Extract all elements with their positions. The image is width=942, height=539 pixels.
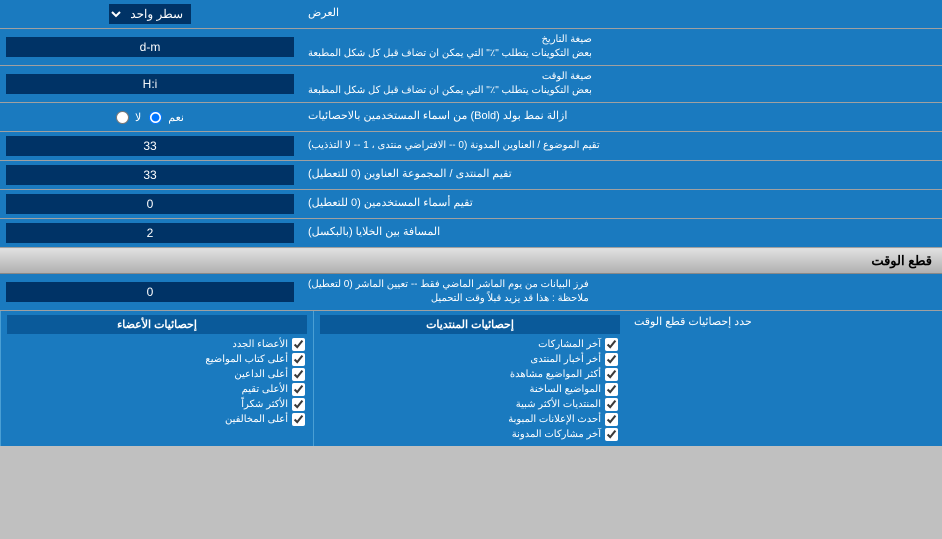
chk-most-viewed[interactable] [605,368,618,381]
forum-order-input-cell [0,161,300,189]
subject-order-row: تقيم الموضوع / العناوين المدونة (0 -- ال… [0,132,942,161]
chk-blog-posts[interactable] [605,428,618,441]
subject-order-input[interactable] [6,136,294,156]
bold-remove-row: ازالة نمط بولد (Bold) من اسماء المستخدمي… [0,103,942,132]
time-format-input[interactable] [6,74,294,94]
chk-top-rated[interactable] [292,383,305,396]
stats-item-f6: أحدث الإعلانات المبوبة [320,412,620,427]
radio-yes-label[interactable]: نعم [149,111,184,124]
forum-order-input[interactable] [6,165,294,185]
chk-top-writers[interactable] [292,353,305,366]
stats-item-m6: أعلى المخالفين [7,412,307,427]
stats-item-m4: الأعلى تقيم [7,382,307,397]
chk-most-thanks[interactable] [292,398,305,411]
main-container: العرض سطر واحد سطرين ثلاثة أسطر صيغة الت… [0,0,942,446]
stats-item-f2: أخر أخبار المنتدى [320,352,620,367]
display-mode-label: العرض [300,0,942,28]
subject-order-input-cell [0,132,300,160]
stats-item-m3: أعلى الداعين [7,367,307,382]
display-mode-input-cell: سطر واحد سطرين ثلاثة أسطر [0,0,300,28]
chk-new-members[interactable] [292,338,305,351]
time-format-input-cell [0,66,300,102]
users-order-label: تقيم أسماء المستخدمين (0 للتعطيل) [300,190,942,218]
stats-item-f1: آخر المشاركات [320,337,620,352]
chk-top-violators[interactable] [292,413,305,426]
time-format-row: صيغة الوقتبعض التكوينات يتطلب "٪" التي ي… [0,66,942,103]
date-format-input[interactable] [6,37,294,57]
cutoff-days-label: فرز البيانات من يوم الماشر الماضي فقط --… [300,274,942,310]
bold-remove-label: ازالة نمط بولد (Bold) من اسماء المستخدمي… [300,103,942,131]
stats-item-f3: أكثر المواضيع مشاهدة [320,367,620,382]
display-mode-select[interactable]: سطر واحد سطرين ثلاثة أسطر [109,4,191,24]
radio-yes[interactable] [149,111,162,124]
stats-item-m1: الأعضاء الجدد [7,337,307,352]
chk-hot-topics[interactable] [605,383,618,396]
cell-spacing-input-cell [0,219,300,247]
stats-item-m2: أعلى كتاب المواضيع [7,352,307,367]
date-format-label: صيغة التاريخبعض التكوينات يتطلب "٪" التي… [300,29,942,65]
stats-item-f7: آخر مشاركات المدونة [320,427,620,442]
stats-section-label: حدد إحصائيات قطع الوقت [634,315,752,328]
users-order-row: تقيم أسماء المستخدمين (0 للتعطيل) [0,190,942,219]
radio-no-label[interactable]: لا [116,111,141,124]
stats-col-members: إحصائيات الأعضاء الأعضاء الجدد أعلى كتاب… [0,311,313,446]
chk-top-inviters[interactable] [292,368,305,381]
display-mode-row: العرض سطر واحد سطرين ثلاثة أسطر [0,0,942,29]
stats-col-forums: إحصائيات المنتديات آخر المشاركات أخر أخب… [313,311,626,446]
stats-item-f5: المنتديات الأكثر شبية [320,397,620,412]
chk-most-popular[interactable] [605,398,618,411]
bold-remove-radio-cell: نعم لا [0,103,300,131]
radio-no[interactable] [116,111,129,124]
stats-col2-header: إحصائيات المنتديات [320,315,620,334]
cutoff-section-header: قطع الوقت [0,248,942,274]
subject-order-label: تقيم الموضوع / العناوين المدونة (0 -- ال… [300,132,942,160]
cutoff-days-row: فرز البيانات من يوم الماشر الماضي فقط --… [0,274,942,311]
stats-item-f4: المواضيع الساخنة [320,382,620,397]
chk-classifieds[interactable] [605,413,618,426]
date-format-row: صيغة التاريخبعض التكوينات يتطلب "٪" التي… [0,29,942,66]
chk-last-posts[interactable] [605,338,618,351]
cell-spacing-row: المسافة بين الخلايا (بالبكسل) [0,219,942,248]
stats-item-m5: الأكثر شكراً [7,397,307,412]
cutoff-days-input-cell [0,274,300,310]
forum-order-row: تقيم المنتدى / المجموعة العناوين (0 للتع… [0,161,942,190]
cell-spacing-input[interactable] [6,223,294,243]
forum-order-label: تقيم المنتدى / المجموعة العناوين (0 للتع… [300,161,942,189]
users-order-input[interactable] [6,194,294,214]
cell-spacing-label: المسافة بين الخلايا (بالبكسل) [300,219,942,247]
date-format-input-cell [0,29,300,65]
cutoff-days-input[interactable] [6,282,294,302]
time-format-label: صيغة الوقتبعض التكوينات يتطلب "٪" التي ي… [300,66,942,102]
chk-forum-news[interactable] [605,353,618,366]
stats-col1-header: إحصائيات الأعضاء [7,315,307,334]
stats-section: حدد إحصائيات قطع الوقت إحصائيات المنتديا… [0,311,942,446]
users-order-input-cell [0,190,300,218]
